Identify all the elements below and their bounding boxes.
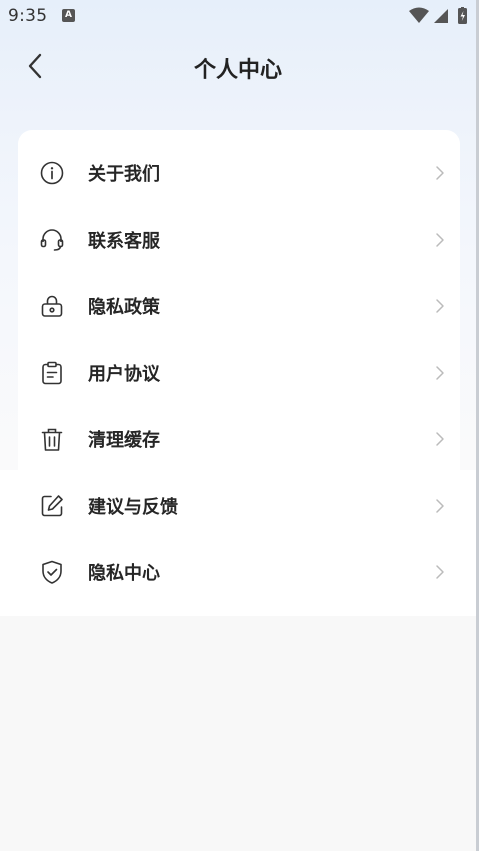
menu-item-feedback[interactable]: 建议与反馈	[18, 473, 460, 540]
wifi-icon	[409, 7, 429, 23]
menu-item-label: 联系客服	[88, 230, 160, 252]
empty-background	[0, 616, 476, 851]
settings-menu: 关于我们 联系客服 隐私政策 用户协议 清理缓存 建议与反馈 隐私中心	[18, 140, 460, 606]
headset-icon	[39, 227, 65, 253]
menu-item-about-us[interactable]: 关于我们	[18, 140, 460, 207]
menu-item-user-agreement[interactable]: 用户协议	[18, 340, 460, 407]
chevron-right-icon	[436, 565, 444, 579]
clipboard-icon	[39, 360, 65, 386]
menu-item-label: 隐私政策	[88, 297, 160, 319]
menu-item-label: 清理缓存	[88, 430, 160, 452]
menu-item-label: 关于我们	[88, 164, 160, 186]
status-time: 9:35	[8, 6, 48, 26]
trash-icon	[39, 426, 65, 452]
notification-a-icon: A	[62, 9, 75, 22]
menu-item-label: 建议与反馈	[88, 496, 178, 518]
battery-icon	[458, 7, 467, 24]
menu-item-label: 隐私中心	[88, 563, 160, 585]
info-icon	[39, 160, 65, 186]
menu-item-privacy-center[interactable]: 隐私中心	[18, 539, 460, 606]
page-title: 个人中心	[193, 58, 282, 83]
edit-icon	[39, 493, 65, 519]
chevron-right-icon	[436, 499, 444, 513]
status-icons	[408, 7, 472, 25]
chevron-right-icon	[436, 366, 444, 380]
menu-item-label: 用户协议	[88, 363, 160, 385]
menu-item-privacy-policy[interactable]: 隐私政策	[18, 273, 460, 340]
menu-item-clear-cache[interactable]: 清理缓存	[18, 406, 460, 473]
menu-item-customer-service[interactable]: 联系客服	[18, 207, 460, 274]
chevron-right-icon	[436, 233, 444, 247]
chevron-right-icon	[436, 166, 444, 180]
signal-icon	[434, 9, 448, 23]
lock-icon	[39, 293, 65, 319]
app-bar: 个人中心	[0, 36, 476, 96]
chevron-right-icon	[436, 432, 444, 446]
chevron-right-icon	[436, 299, 444, 313]
shield-check-icon	[39, 559, 65, 585]
status-bar: 9:35 A	[0, 0, 476, 32]
screen: 9:35 A 个人中心 关于我们 联系客服 隐私政策 用户协议 清理缓存 建议与…	[0, 0, 476, 851]
